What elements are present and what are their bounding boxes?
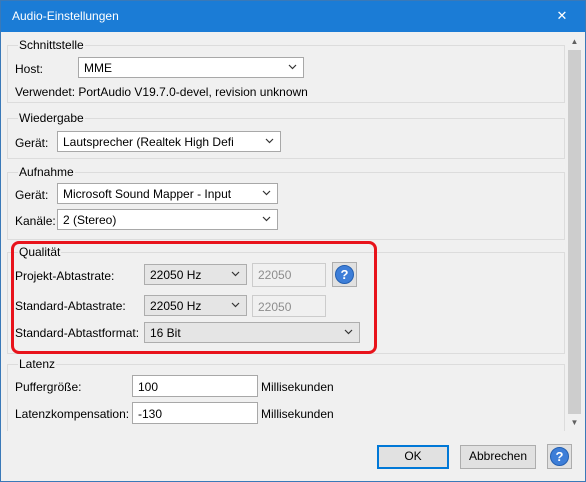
title-bar: Audio-Einstellungen ✕ [1,1,585,32]
window-title: Audio-Einstellungen [12,9,119,23]
recording-device-select[interactable]: Microsoft Sound Mapper - Input [57,183,278,204]
recording-group-title: Aufnahme [18,165,75,179]
playback-device-select[interactable]: Lautsprecher (Realtek High Defi [57,131,281,152]
channels-value: 2 (Stereo) [63,213,117,227]
playback-group-title: Wiedergabe [18,111,85,125]
help-button[interactable]: ? [547,444,572,469]
latency-compensation-unit: Millisekunden [261,407,334,421]
interface-group-title: Schnittstelle [18,38,85,52]
latency-compensation-value: -130 [138,407,163,421]
recording-device-value: Microsoft Sound Mapper - Input [63,187,232,201]
chevron-down-icon [288,64,297,70]
latency-compensation-label: Latenzkompensation: [15,407,130,421]
scroll-down-icon[interactable]: ▼ [566,414,583,431]
scrollbar-thumb[interactable] [568,50,581,414]
ok-button[interactable]: OK [377,445,449,469]
buffer-size-value: 100 [138,380,159,394]
audio-settings-dialog: Audio-Einstellungen ✕ Schnittstelle Host… [0,0,586,482]
recording-device-label: Gerät: [15,188,49,202]
chevron-down-icon [265,138,274,144]
portaudio-version-text: Verwendet: PortAudio V19.7.0-devel, revi… [15,85,308,99]
scroll-up-icon[interactable]: ▲ [566,33,583,50]
cancel-button[interactable]: Abbrechen [460,445,536,469]
chevron-down-icon [262,190,271,196]
help-icon: ? [550,447,569,466]
host-label: Host: [15,62,44,76]
buffer-size-unit: Millisekunden [261,380,334,394]
close-icon[interactable]: ✕ [539,1,585,32]
host-select[interactable]: MME [78,57,304,78]
chevron-down-icon [262,216,271,222]
settings-content: Schnittstelle Host: MME Verwendet: PortA… [4,33,566,431]
playback-device-label: Gerät: [15,136,49,150]
vertical-scrollbar[interactable]: ▲ ▼ [566,33,583,431]
channels-select[interactable]: 2 (Stereo) [57,209,278,230]
buffer-size-input[interactable]: 100 [132,375,258,397]
buffer-size-label: Puffergröße: [15,380,82,394]
quality-highlight-frame [11,241,377,354]
latency-compensation-input[interactable]: -130 [132,402,258,424]
host-value: MME [84,61,112,75]
playback-device-value: Lautsprecher (Realtek High Defi [63,135,234,149]
latency-group-title: Latenz [18,357,57,371]
channels-label: Kanäle: [15,214,56,228]
